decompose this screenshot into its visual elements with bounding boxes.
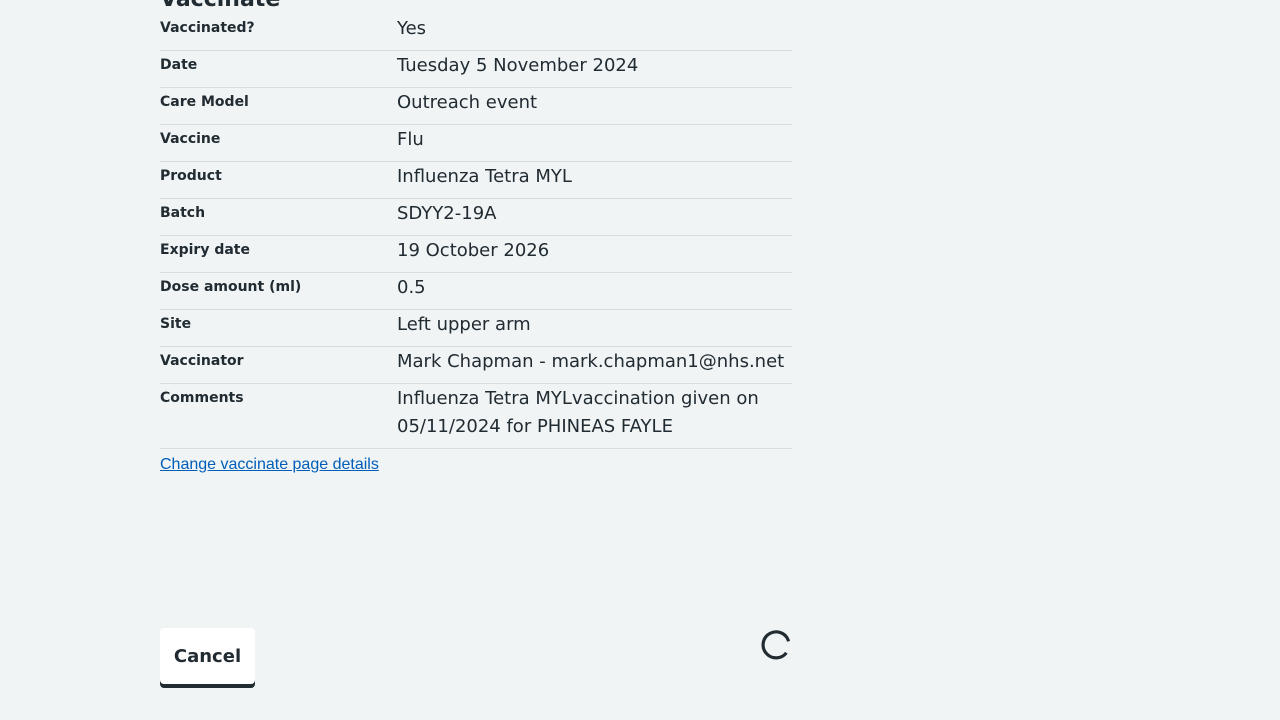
form-actions: Cancel bbox=[160, 628, 792, 688]
summary-list: Vaccinated? Yes Date Tuesday 5 November … bbox=[160, 14, 792, 449]
summary-value: 0.5 bbox=[397, 277, 426, 298]
summary-row-vaccine: Vaccine Flu bbox=[160, 125, 792, 162]
summary-row-vaccinator: Vaccinator Mark Chapman - mark.chapman1@… bbox=[160, 347, 792, 384]
summary-row-care-model: Care Model Outreach event bbox=[160, 88, 792, 125]
summary-key: Care Model bbox=[160, 94, 249, 110]
summary-key: Product bbox=[160, 168, 222, 184]
summary-row-dose-amount: Dose amount (ml) 0.5 bbox=[160, 273, 792, 310]
section-heading: Vaccinate bbox=[160, 0, 792, 14]
summary-value: SDYY2-19A bbox=[397, 203, 497, 224]
summary-value: Yes bbox=[397, 18, 427, 39]
summary-value: Flu bbox=[397, 129, 424, 150]
summary-value: 19 October 2026 bbox=[397, 240, 550, 261]
summary-row-vaccinated: Vaccinated? Yes bbox=[160, 14, 792, 51]
summary-key: Batch bbox=[160, 205, 206, 221]
summary-value: Outreach event bbox=[397, 92, 538, 113]
vaccinate-section: Vaccinate Vaccinated? Yes Date Tuesday 5… bbox=[160, 0, 792, 476]
summary-key: Site bbox=[160, 316, 192, 332]
summary-row-batch: Batch SDYY2-19A bbox=[160, 199, 792, 236]
summary-key: Vaccinator bbox=[160, 353, 244, 369]
change-vaccinate-details-link[interactable]: Change vaccinate page details bbox=[160, 454, 379, 476]
cancel-button[interactable]: Cancel bbox=[160, 628, 255, 684]
summary-row-comments: Comments Influenza Tetra MYLvaccination … bbox=[160, 384, 792, 449]
summary-value: Mark Chapman - mark.chapman1@nhs.net bbox=[397, 351, 785, 372]
summary-row-product: Product Influenza Tetra MYL bbox=[160, 162, 792, 199]
summary-row-date: Date Tuesday 5 November 2024 bbox=[160, 51, 792, 88]
summary-value: Tuesday 5 November 2024 bbox=[397, 55, 639, 76]
summary-value: Left upper arm bbox=[397, 314, 531, 335]
summary-value: Influenza Tetra MYL bbox=[397, 166, 572, 187]
summary-key: Expiry date bbox=[160, 242, 250, 258]
summary-value: Influenza Tetra MYLvaccination given on … bbox=[397, 388, 759, 437]
loading-spinner-icon bbox=[761, 630, 791, 660]
summary-key: Date bbox=[160, 57, 198, 73]
summary-key: Vaccinated? bbox=[160, 20, 255, 36]
summary-row-site: Site Left upper arm bbox=[160, 310, 792, 347]
summary-row-expiry-date: Expiry date 19 October 2026 bbox=[160, 236, 792, 273]
summary-key: Comments bbox=[160, 390, 244, 406]
summary-key: Dose amount (ml) bbox=[160, 279, 302, 295]
summary-key: Vaccine bbox=[160, 131, 221, 147]
